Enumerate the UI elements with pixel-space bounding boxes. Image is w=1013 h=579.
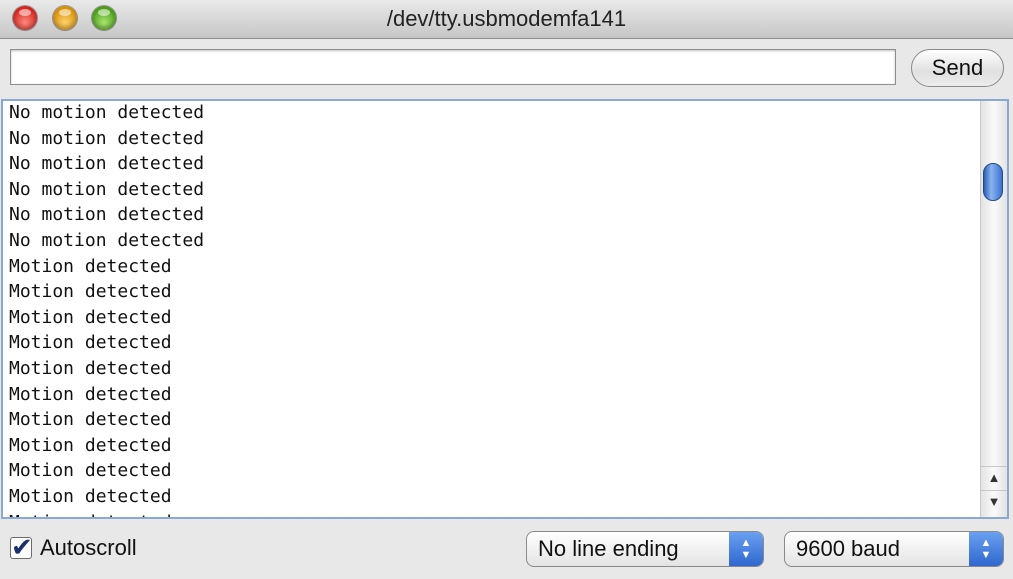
vertical-scrollbar[interactable]: ▲ ▼ [980,101,1007,517]
console-line: No motion detected [9,229,205,251]
window-title: /dev/tty.usbmodemfa141 [386,6,627,31]
console-line: No motion detected [9,178,205,200]
console-line: Motion detected [9,460,172,482]
line-ending-value: No line ending [538,536,679,561]
scrollbar-thumb[interactable] [983,163,1003,201]
output-lines: No motion detected No motion detected No m… [9,101,977,518]
console-line: Motion detected [9,357,172,379]
console-line: No motion detected [9,204,205,226]
console-line: Motion detected [9,255,172,277]
console-line: No motion detected [9,102,205,123]
autoscroll-label: Autoscroll [40,535,137,560]
select-stepper-icon: ▲ ▼ [729,532,763,566]
console-line: Motion detected [9,510,977,518]
console-line: Motion detected [9,383,172,405]
line-ending-select[interactable]: No line ending ▲ ▼ [526,531,764,567]
console-line: Motion detected [9,306,172,328]
console-line: Motion detected [9,409,172,431]
send-button[interactable]: Send [911,49,1004,87]
console-line: Motion detected [9,332,172,354]
scroll-up-icon[interactable]: ▲ [981,466,1007,489]
serial-output[interactable]: No motion detected No motion detected No m… [1,99,1009,519]
serial-input[interactable] [10,49,896,85]
console-line: Motion detected [9,434,172,456]
baud-rate-value: 9600 baud [796,536,900,561]
select-stepper-icon: ▲ ▼ [969,532,1003,566]
autoscroll-control[interactable]: Autoscroll [10,532,137,563]
autoscroll-checkbox[interactable] [10,532,33,563]
console-line: No motion detected [9,153,205,175]
console-line: No motion detected [9,127,205,149]
console-line: Motion detected [9,485,172,507]
title-bar: /dev/tty.usbmodemfa141 [0,0,1013,39]
baud-rate-select[interactable]: 9600 baud ▲ ▼ [784,531,1004,567]
console-line: Motion detected [9,281,172,303]
scroll-down-icon[interactable]: ▼ [981,490,1007,513]
